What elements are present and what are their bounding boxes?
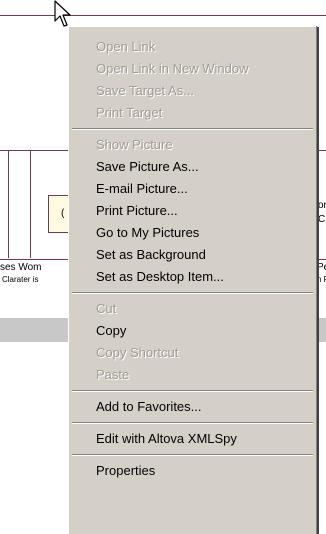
mouse-pointer-icon bbox=[54, 0, 71, 27]
menu-item-edit-with-altova-xmlspy[interactable]: Edit with Altova XMLSpy bbox=[69, 428, 316, 450]
diagram-label: ses Wom bbox=[0, 262, 42, 273]
diagram-label: Clarater is bbox=[2, 275, 39, 284]
menu-separator bbox=[72, 390, 313, 392]
menu-item-e-mail-picture[interactable]: E-mail Picture... bbox=[69, 178, 316, 200]
menu-item-print-picture[interactable]: Print Picture... bbox=[69, 200, 316, 222]
menu-item-open-link: Open Link bbox=[96, 39, 156, 54]
diagram-line bbox=[30, 150, 31, 258]
menu-item-paste: Paste bbox=[96, 367, 130, 382]
diagram-line bbox=[8, 150, 9, 258]
diagram-label: C bbox=[318, 214, 326, 225]
menu-separator bbox=[72, 422, 313, 424]
menu-separator bbox=[72, 128, 313, 130]
diagram-label: ( bbox=[61, 208, 65, 219]
menu-item-properties[interactable]: Properties bbox=[69, 460, 316, 482]
page-border-line bbox=[0, 15, 326, 16]
diagram-label: on bbox=[318, 200, 326, 211]
menu-separator bbox=[72, 292, 313, 294]
menu-item-copy-shortcut: Copy Shortcut bbox=[96, 345, 179, 360]
menu-item-copy[interactable]: Copy bbox=[69, 320, 316, 342]
menu-item-save-picture-as[interactable]: Save Picture As... bbox=[69, 156, 316, 178]
menu-item-go-to-my-pictures[interactable]: Go to My Pictures bbox=[69, 222, 316, 244]
menu-item-open-link-in-new-window: Open Link in New Window bbox=[96, 61, 249, 76]
context-menu: Open Link Open Link in New Window Save Tar… bbox=[68, 26, 319, 534]
menu-separator bbox=[72, 454, 313, 456]
menu-item-add-to-favorites[interactable]: Add to Favorites... bbox=[69, 396, 316, 418]
menu-item-print-target: Print Target bbox=[96, 105, 163, 120]
diagram-inner-box bbox=[48, 195, 69, 233]
menu-item-set-as-desktop-item[interactable]: Set as Desktop Item... bbox=[69, 266, 316, 288]
menu-item-set-as-background[interactable]: Set as Background bbox=[69, 244, 316, 266]
menu-item-save-target-as: Save Target As... bbox=[96, 83, 195, 98]
menu-item-show-picture: Show Picture bbox=[96, 137, 173, 152]
menu-item-cut: Cut bbox=[96, 301, 117, 316]
